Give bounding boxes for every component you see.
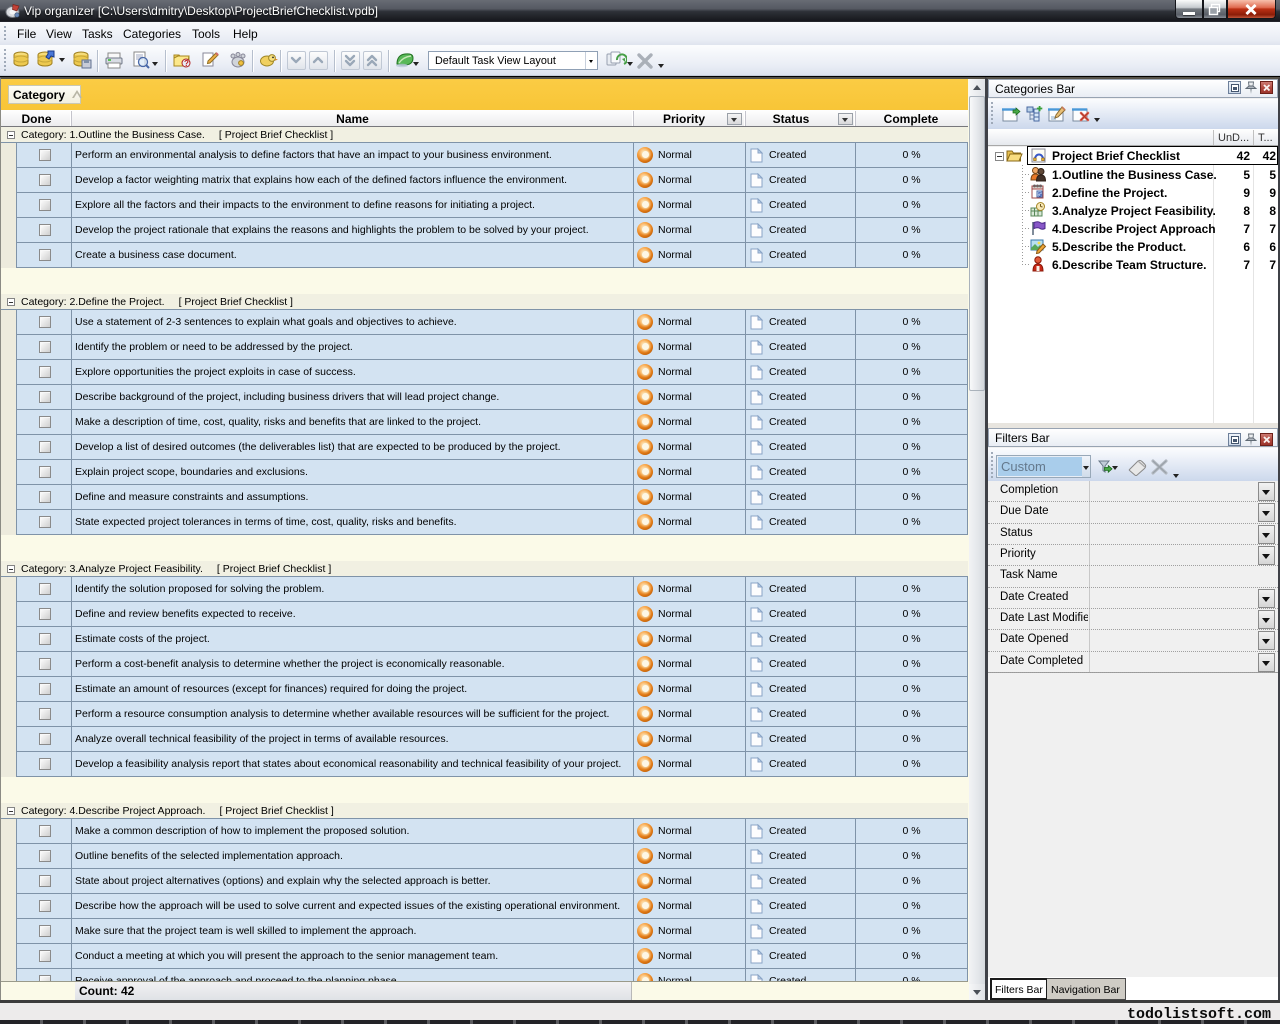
svg-text:5: 5	[1038, 192, 1042, 199]
svg-text:?: ?	[184, 59, 189, 68]
